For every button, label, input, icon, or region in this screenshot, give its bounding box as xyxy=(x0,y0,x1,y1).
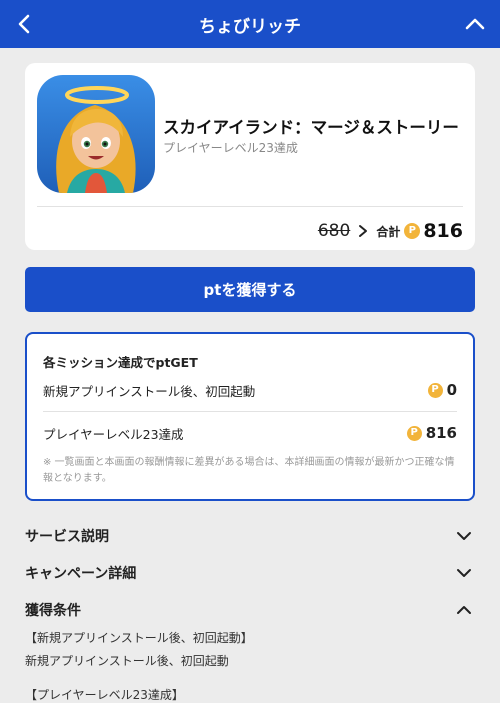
accordion-service[interactable]: サービス説明 xyxy=(25,524,475,548)
mission-note: ※ 一覧画面と本画面の報酬情報に差異がある場合は、本詳細画面の情報が最新かつ正確… xyxy=(43,457,455,484)
app-header: ちょびリッチ xyxy=(0,0,500,48)
app-name: スカイアイランド：マージ＆ストーリー xyxy=(163,118,459,137)
header-title: ちょびリッチ xyxy=(199,16,301,37)
mission-item: 新規アプリインストール後、初回起動 P 0 xyxy=(43,379,457,401)
mission-box: 各ミッション達成でptGET 新規アプリインストール後、初回起動 P 0 プレイ… xyxy=(25,332,475,501)
chevron-down-icon xyxy=(457,532,471,540)
price-row: 680 合計 P 816 xyxy=(318,218,463,244)
app-icon[interactable] xyxy=(37,75,155,193)
mission-points: 816 xyxy=(425,424,457,442)
total-points: 816 xyxy=(423,220,463,242)
mission-label: プレイヤーレベル23達成 xyxy=(43,426,184,442)
mission-item: プレイヤーレベル23達成 P 816 xyxy=(43,422,457,444)
back-arrow-icon[interactable] xyxy=(14,12,36,36)
old-points: 680 xyxy=(317,221,351,241)
point-coin-icon: P xyxy=(404,223,421,239)
accordion-label: サービス説明 xyxy=(25,529,109,545)
get-points-button[interactable]: ptを獲得する xyxy=(25,267,475,312)
divider xyxy=(37,206,463,207)
condition-heading: 【プレイヤーレベル23達成】 xyxy=(25,688,184,702)
chevron-right-icon xyxy=(359,225,368,237)
mission-label: 新規アプリインストール後、初回起動 xyxy=(43,383,256,399)
accordion-label: 獲得条件 xyxy=(25,603,81,619)
divider xyxy=(43,411,457,412)
accordion-campaign[interactable]: キャンペーン詳細 xyxy=(25,561,475,585)
chevron-up-icon xyxy=(457,606,471,614)
condition-body: 新規アプリインストール後、初回起動 xyxy=(25,654,229,668)
point-coin-icon: P xyxy=(406,425,422,441)
app-card: スカイアイランド：マージ＆ストーリー プレイヤーレベル23達成 680 合計 P… xyxy=(25,63,475,250)
chevron-down-icon xyxy=(457,569,471,577)
accordion-label: キャンペーン詳細 xyxy=(25,566,137,582)
condition-heading: 【新規アプリインストール後、初回起動】 xyxy=(25,631,253,645)
point-coin-icon: P xyxy=(427,382,443,398)
total-label: 合計 xyxy=(376,224,401,239)
chevron-up-icon[interactable] xyxy=(464,12,486,36)
accordion-conditions[interactable]: 獲得条件 xyxy=(25,598,475,622)
mission-title: 各ミッション達成でptGET xyxy=(43,355,198,370)
mission-points: 0 xyxy=(446,381,457,399)
app-subtitle: プレイヤーレベル23達成 xyxy=(163,141,298,155)
